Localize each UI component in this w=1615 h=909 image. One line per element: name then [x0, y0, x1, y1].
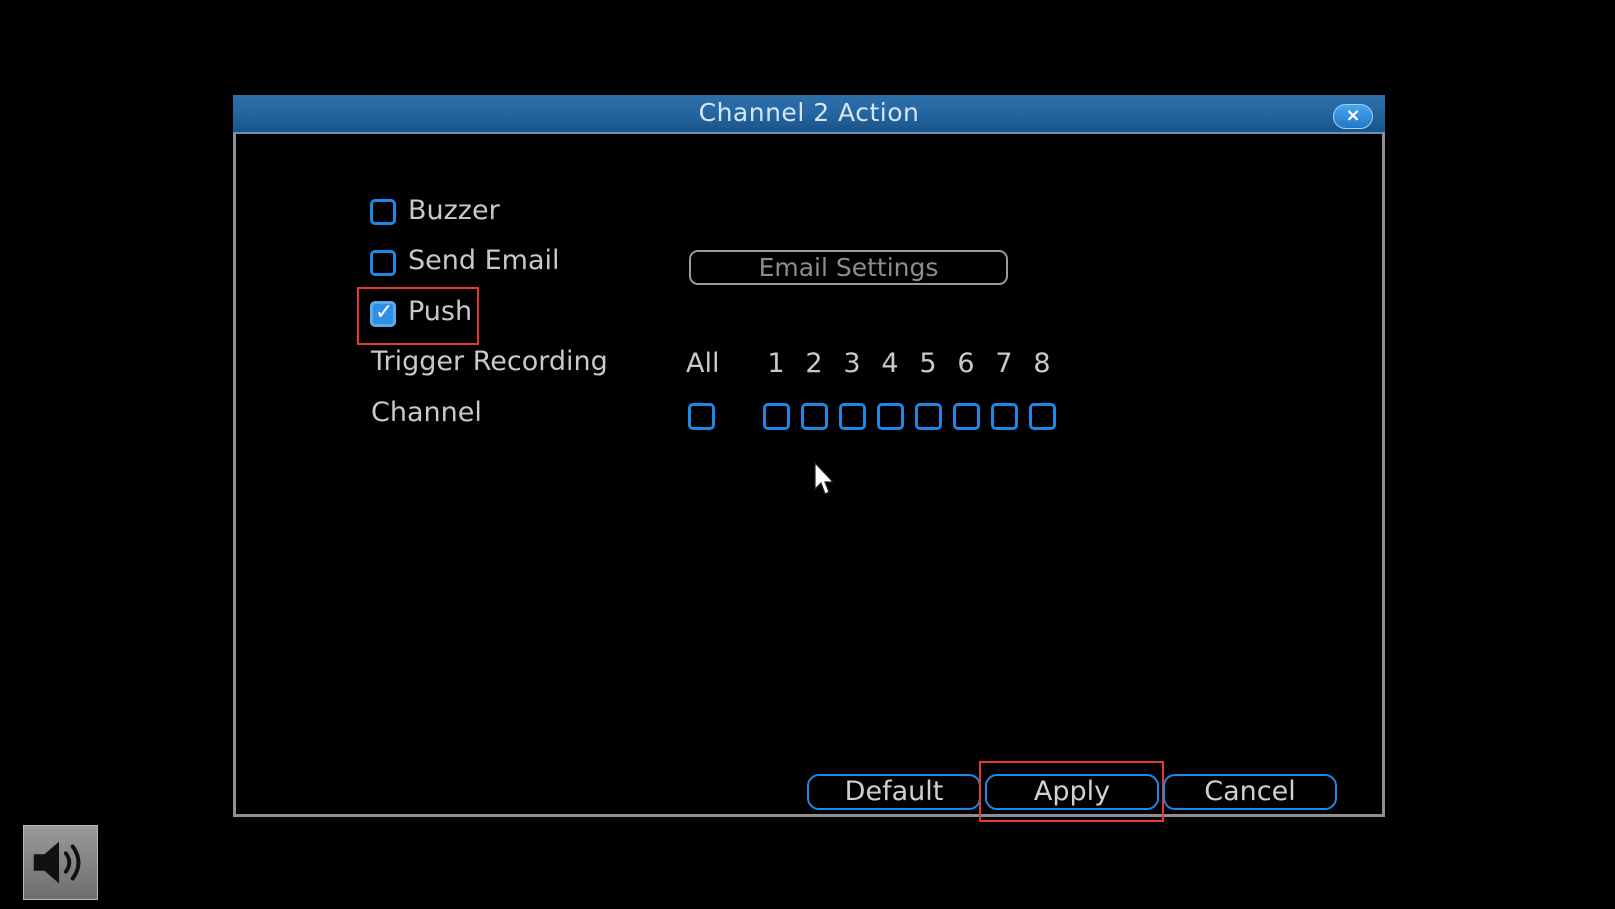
channel-1-header: 1: [767, 348, 785, 379]
send-email-checkbox[interactable]: [370, 250, 396, 276]
channel-6-header: 6: [957, 348, 975, 379]
channel-4-header: 4: [881, 348, 899, 379]
channel-3-checkbox[interactable]: [839, 403, 866, 430]
channel-5-header: 5: [919, 348, 937, 379]
checkmark-icon: ✓: [375, 300, 394, 325]
channel-5-checkbox[interactable]: [915, 403, 942, 430]
channel-all-header: All: [686, 348, 720, 379]
screen: Channel 2 Action × Buzzer Send Email Ema…: [0, 0, 1615, 909]
default-button[interactable]: Default: [807, 774, 981, 810]
close-button[interactable]: ×: [1333, 104, 1373, 129]
cancel-button[interactable]: Cancel: [1163, 774, 1337, 810]
trigger-recording-label: Trigger Recording: [371, 346, 608, 377]
buzzer-checkbox[interactable]: [370, 199, 396, 225]
channel-1-checkbox[interactable]: [763, 403, 790, 430]
channel-all-checkbox[interactable]: [688, 403, 715, 430]
dialog-title: Channel 2 Action: [698, 98, 920, 127]
speaker-icon: [33, 841, 81, 884]
push-checkbox[interactable]: ✓: [370, 300, 396, 327]
channel-7-checkbox[interactable]: [991, 403, 1018, 430]
push-label: Push: [408, 296, 473, 327]
volume-button[interactable]: [23, 825, 98, 900]
channel-6-checkbox[interactable]: [953, 403, 980, 430]
channel-3-header: 3: [843, 348, 861, 379]
buzzer-label: Buzzer: [408, 195, 500, 226]
channel-action-dialog: Channel 2 Action ×: [233, 95, 1385, 817]
mouse-pointer-icon: [814, 462, 835, 495]
channel-2-header: 2: [805, 348, 823, 379]
channel-7-header: 7: [995, 348, 1013, 379]
channel-2-checkbox[interactable]: [801, 403, 828, 430]
channel-4-checkbox[interactable]: [877, 403, 904, 430]
email-settings-button[interactable]: Email Settings: [689, 250, 1008, 285]
close-icon: ×: [1345, 105, 1361, 126]
channel-8-header: 8: [1033, 348, 1051, 379]
apply-button[interactable]: Apply: [985, 774, 1159, 810]
channel-8-checkbox[interactable]: [1029, 403, 1056, 430]
send-email-label: Send Email: [408, 245, 560, 276]
channel-label: Channel: [371, 397, 482, 428]
dialog-titlebar: Channel 2 Action ×: [233, 95, 1385, 134]
